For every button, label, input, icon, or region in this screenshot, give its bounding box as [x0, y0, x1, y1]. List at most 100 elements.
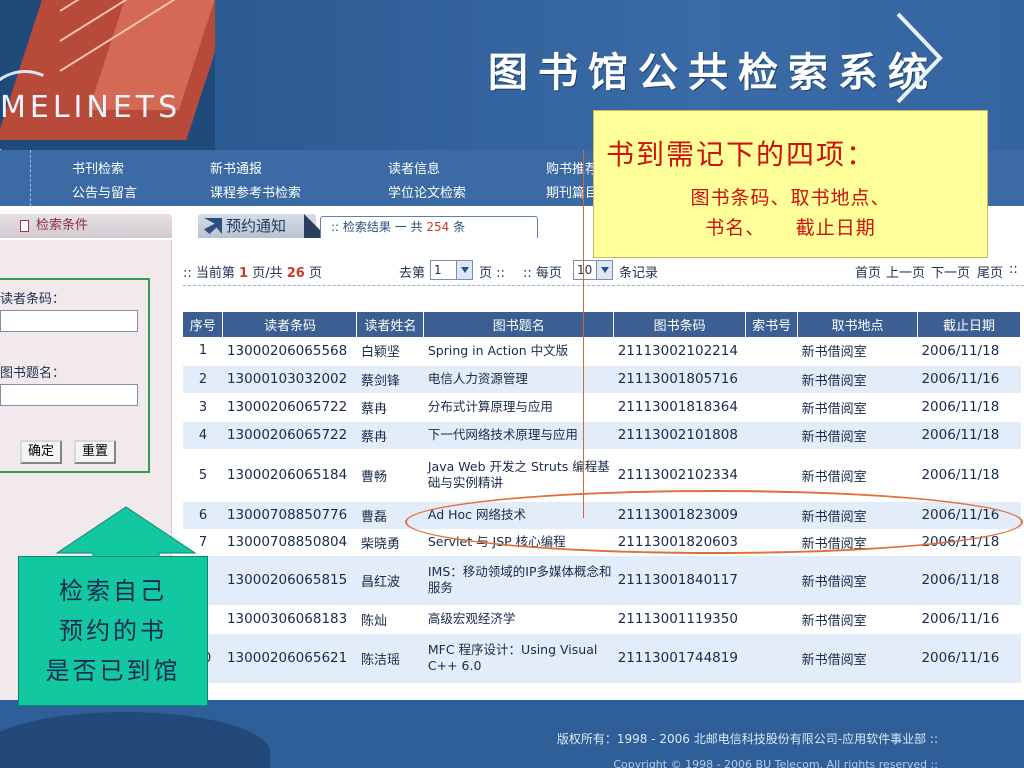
col-header-reader-name: 读者姓名 — [356, 312, 425, 337]
annotation-callout-yellow: 书到需记下的四项： 图书条码、取书地点、 书名、 截止日期 — [593, 110, 988, 258]
cell-location: 新书借阅室 — [797, 633, 918, 684]
brand-logo: MELINETS — [0, 90, 182, 125]
callout-yellow-line-1: 图书条码、取书地点、 — [690, 187, 891, 209]
goto-page-value: 1 — [434, 263, 442, 277]
cell-due: 2006/11/16 — [917, 365, 1021, 394]
cell-no: 4 — [183, 421, 223, 450]
cell-due: 2006/11/16 — [917, 605, 1021, 634]
cell-reader-name: 曹畅 — [356, 449, 424, 502]
cell-title: MFC 程序设计：Using Visual C++ 6.0 — [423, 633, 614, 684]
per-page-value: 10 — [577, 263, 593, 277]
callout-yellow-title: 书到需记下的四项： — [606, 138, 877, 171]
cell-reader-barcode: 13000708850776 — [222, 501, 357, 530]
cell-title: 电信人力资源管理 — [423, 365, 614, 394]
page-status: :: 当前第 1 页/共 26 页 — [183, 262, 322, 281]
table-row: 8 13000206065815 昌红波 IMS：移动领域的IP多媒体概念和服务… — [183, 555, 1021, 606]
annotation-callout-green: 检索自己 预约的书 是否已到馆 — [18, 556, 208, 706]
cell-due: 2006/11/18 — [917, 421, 1021, 450]
cell-reader-barcode: 13000206065815 — [222, 555, 357, 606]
cell-reader-name: 昌红波 — [356, 555, 424, 606]
per-page-select[interactable]: 10 — [573, 260, 613, 280]
cell-reader-name: 蔡冉 — [356, 421, 424, 450]
confirm-button[interactable]: 确定 — [20, 440, 63, 464]
next-page-link[interactable]: 下一页 — [931, 262, 970, 281]
nav-item-reader-info[interactable]: 读者信息 — [388, 158, 440, 177]
table-row: 9 13000306068183 陈灿 高级宏观经济学 211130011193… — [183, 605, 1021, 634]
cell-reader-name: 白颖坚 — [356, 337, 424, 366]
cell-due: 2006/11/18 — [917, 449, 1021, 502]
cell-book-barcode: 21113002102214 — [613, 337, 746, 366]
nav-item-new-books[interactable]: 新书通报 — [210, 158, 262, 177]
col-header-no: 序号 — [183, 312, 224, 337]
cell-reader-barcode: 13000206065722 — [222, 421, 357, 450]
reader-barcode-input[interactable] — [0, 310, 138, 332]
pager-trail: :: — [1009, 262, 1018, 277]
tab-reservation-notice-label: 预约通知 — [226, 217, 287, 235]
copyright-english: Copyright © 1998 - 2006 BU Telecom. All … — [613, 758, 938, 768]
col-header-title: 图书题名 — [423, 312, 615, 337]
cell-location: 新书借阅室 — [797, 555, 918, 606]
prev-page-link[interactable]: 上一页 — [886, 262, 925, 281]
page-status-unit: 页 — [304, 266, 322, 281]
cell-title: IMS：移动领域的IP多媒体概念和服务 — [423, 555, 614, 606]
cell-reader-name: 蔡冉 — [356, 393, 424, 422]
cell-reader-name: 蔡剑锋 — [356, 365, 424, 394]
chevron-down-icon — [596, 261, 612, 279]
table-header-row: 序号 读者条码 读者姓名 图书题名 图书条码 索书号 取书地点 截止日期 — [183, 312, 1022, 337]
cell-call-no — [745, 393, 798, 422]
cell-reader-barcode: 13000103032002 — [222, 365, 357, 394]
nav-item-book-search[interactable]: 书刊检索 — [72, 158, 124, 177]
cell-no: 3 — [183, 393, 223, 422]
nav-item-thesis-search[interactable]: 学位论文检索 — [388, 182, 466, 201]
copyright-text: 版权所有：1998 - 2006 北邮电信科技股份有限公司-应用软件事业部 :: — [556, 732, 938, 746]
cell-due: 2006/11/18 — [917, 555, 1021, 606]
cell-call-no — [745, 605, 798, 634]
page-status-of: 页/共 — [248, 266, 287, 281]
nav-item-purchase-recommend[interactable]: 购书推荐 — [546, 158, 598, 177]
arrow-icon — [204, 218, 222, 234]
cell-book-barcode: 21113001818364 — [613, 393, 746, 422]
cell-reader-name: 柴晓勇 — [356, 529, 424, 556]
per-page-unit: 条记录 — [619, 266, 659, 281]
cell-reader-barcode: 13000708850804 — [222, 529, 357, 556]
callout-yellow-body: 图书条码、取书地点、 书名、 截止日期 — [594, 183, 987, 243]
search-form: 读者条码： 图书题名： 确定 重置 — [0, 278, 150, 473]
table-row: 10 13000206065621 陈洁瑶 MFC 程序设计：Using Vis… — [183, 633, 1021, 684]
cell-reader-barcode: 13000306068183 — [222, 605, 357, 634]
tab-search-conditions[interactable]: 检索条件 — [0, 214, 172, 238]
cell-due: 2006/11/16 — [917, 633, 1021, 684]
page-title: 图书馆公共检索系统 — [488, 49, 938, 96]
tab-search-results[interactable]: :: 检索结果 一 共 254 条 — [320, 216, 538, 238]
goto-page-select[interactable]: 1 — [430, 260, 473, 280]
cell-reader-name: 陈洁瑶 — [356, 633, 424, 684]
document-icon — [20, 220, 29, 232]
first-page-link[interactable]: 首页 — [855, 262, 881, 281]
cell-title: 下一代网络技术原理与应用 — [423, 421, 614, 450]
cell-reader-barcode: 13000206065568 — [222, 337, 357, 366]
cell-call-no — [745, 555, 798, 606]
cell-due: 2006/11/18 — [917, 337, 1021, 366]
callout-green-line-3: 是否已到馆 — [45, 657, 181, 685]
cell-due: 2006/11/18 — [917, 393, 1021, 422]
cell-book-barcode: 21113001840117 — [613, 555, 746, 606]
cell-call-no — [745, 633, 798, 684]
last-page-link[interactable]: 尾页 — [977, 262, 1003, 281]
cell-no: 2 — [183, 365, 223, 394]
reset-button[interactable]: 重置 — [74, 440, 117, 464]
cell-book-barcode: 21113001805716 — [613, 365, 746, 394]
callout-green-line-1: 检索自己 — [59, 577, 167, 605]
book-title-input[interactable] — [0, 384, 138, 406]
per-page-label: :: 每页 — [523, 266, 562, 281]
goto-unit: 页 :: — [479, 266, 505, 281]
nav-item-journal-articles[interactable]: 期刊篇目 — [546, 182, 598, 201]
nav-item-notices[interactable]: 公告与留言 — [72, 182, 137, 201]
results-count: 254 — [426, 220, 450, 234]
cell-call-no — [745, 365, 798, 394]
col-header-location: 取书地点 — [797, 312, 918, 337]
table-row: 2 13000103032002 蔡剑锋 电信人力资源管理 2111300180… — [183, 365, 1021, 394]
tab-reservation-notice[interactable]: 预约通知 — [198, 214, 316, 238]
cell-location: 新书借阅室 — [797, 393, 918, 422]
nav-item-course-books[interactable]: 课程参考书检索 — [210, 182, 301, 201]
cell-no: 5 — [183, 449, 223, 502]
cell-book-barcode: 21113002101808 — [613, 421, 746, 450]
